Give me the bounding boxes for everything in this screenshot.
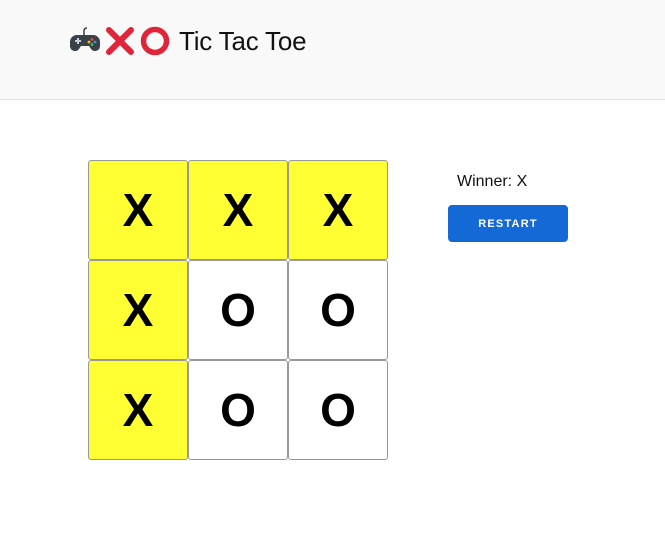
board-cell[interactable]: X — [188, 160, 288, 260]
app-header: Tic Tac Toe — [0, 0, 665, 100]
circle-mark-icon — [138, 24, 172, 58]
board-cell[interactable]: O — [188, 260, 288, 360]
board-cell[interactable]: O — [188, 360, 288, 460]
gamepad-icon — [68, 24, 102, 58]
board-cell[interactable]: X — [88, 360, 188, 460]
page-title: Tic Tac Toe — [179, 25, 307, 56]
board-cell[interactable]: X — [88, 260, 188, 360]
game-board: X X X X O O X O O — [88, 160, 388, 460]
restart-button[interactable]: RESTART — [448, 205, 568, 242]
cross-mark-icon — [103, 24, 137, 58]
board-cell[interactable]: O — [288, 260, 388, 360]
board-cell[interactable]: O — [288, 360, 388, 460]
board-cell[interactable]: X — [88, 160, 188, 260]
game-status: Winner: X — [457, 173, 528, 190]
board-cell[interactable]: X — [288, 160, 388, 260]
brand: Tic Tac Toe — [68, 22, 307, 60]
